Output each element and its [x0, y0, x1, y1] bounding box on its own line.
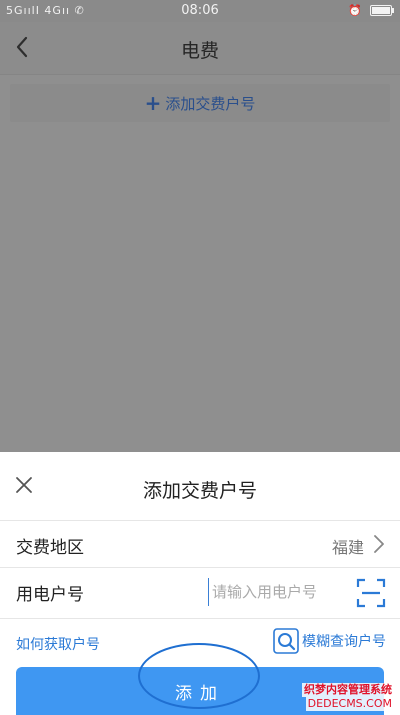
scan-icon[interactable]: [356, 578, 386, 608]
plus-icon: +: [144, 91, 162, 115]
navigation-bar: 电费: [0, 22, 400, 75]
status-bar: 5GıılI 4Gıı ✆ 08:06 ⏰: [0, 0, 400, 22]
account-number-input[interactable]: [208, 578, 340, 606]
add-account-sheet: 添加交费户号 交费地区 福建 用电户号 如何获取户号 模糊查询户号 添加: [0, 452, 400, 715]
add-account-label: 添加交费户号: [165, 94, 256, 113]
region-row[interactable]: 交费地区 福建: [0, 521, 400, 568]
add-account-entry[interactable]: + 添加交费户号: [10, 84, 390, 122]
fuzzy-search-label: 模糊查询户号: [302, 634, 386, 650]
watermark: 织梦内容管理系统 DEDECMS.COM: [276, 683, 394, 711]
help-links-row: 如何获取户号 模糊查询户号: [0, 619, 400, 665]
account-row: 用电户号: [0, 568, 400, 619]
chevron-right-icon: [372, 534, 386, 554]
sheet-header: 添加交费户号: [0, 452, 400, 521]
magnifier-icon: [273, 628, 299, 654]
fuzzy-search-link[interactable]: 模糊查询户号: [273, 628, 386, 654]
watermark-line-1: 织梦内容管理系统: [302, 683, 394, 697]
status-right: ⏰: [348, 4, 394, 17]
sheet-title: 添加交费户号: [142, 480, 257, 502]
page-title: 电费: [180, 40, 219, 62]
account-label: 用电户号: [16, 585, 84, 605]
watermark-line-2: DEDECMS.COM: [305, 697, 394, 711]
region-label: 交费地区: [16, 538, 84, 558]
how-to-get-account-link[interactable]: 如何获取户号: [16, 634, 100, 654]
status-time: 08:06: [181, 3, 219, 18]
alarm-icon: ⏰: [348, 4, 362, 17]
region-value: 福建: [331, 538, 364, 557]
battery-icon: [370, 5, 394, 16]
